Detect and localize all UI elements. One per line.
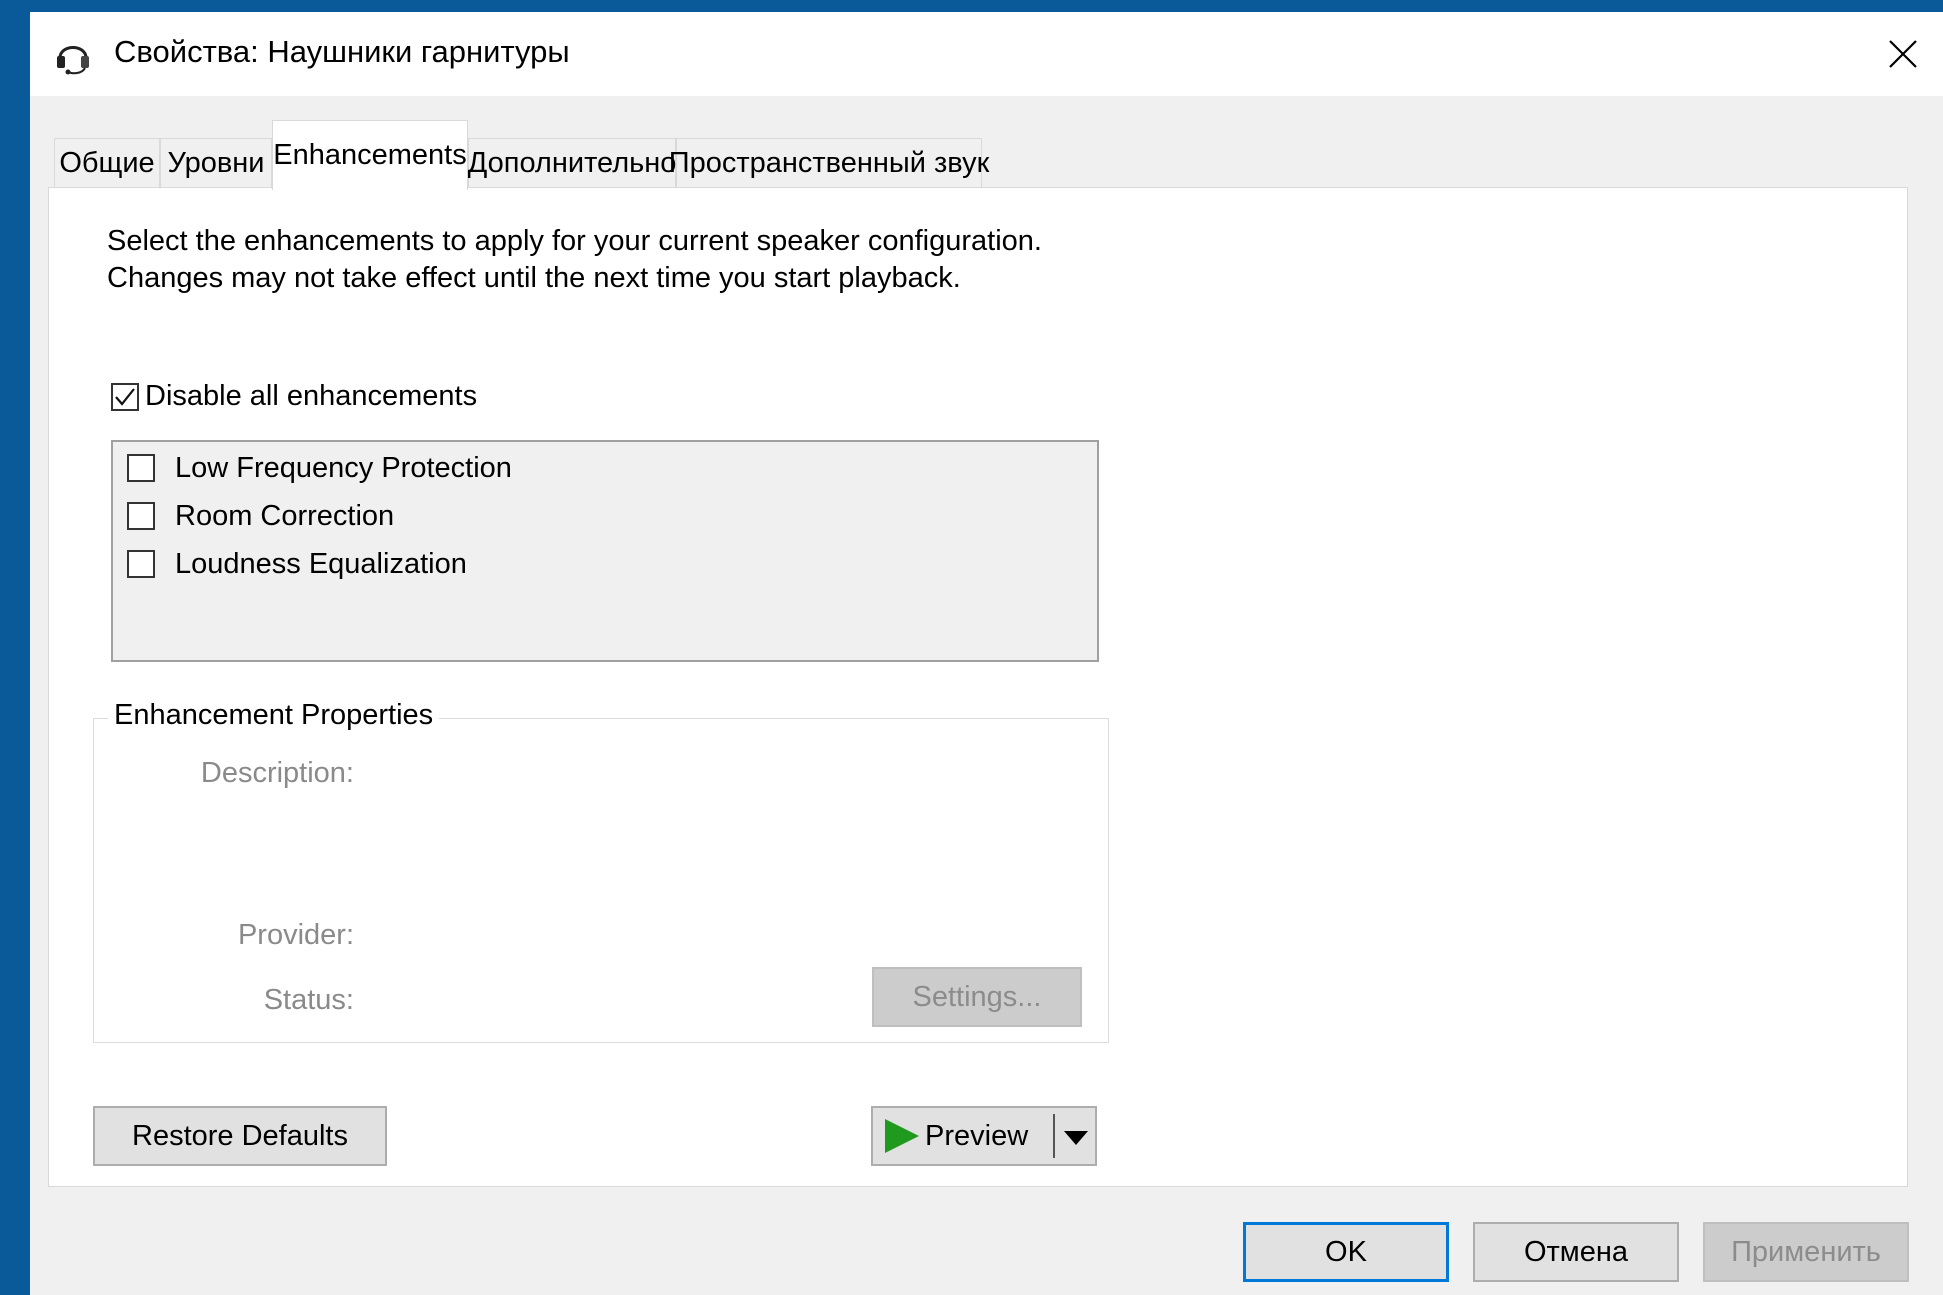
window-title: Свойства: Наушники гарнитуры	[114, 34, 570, 69]
settings-button[interactable]: Settings...	[872, 967, 1082, 1027]
preview-split-button[interactable]: Preview	[871, 1106, 1097, 1166]
loudness-equalization-checkbox[interactable]	[127, 550, 155, 578]
list-item[interactable]: Loudness Equalization	[175, 548, 467, 581]
tab-enhancements[interactable]: Enhancements	[272, 120, 468, 190]
play-icon	[885, 1119, 919, 1153]
list-item[interactable]: Room Correction	[175, 500, 394, 533]
apply-button[interactable]: Применить	[1703, 1222, 1909, 1282]
enhancements-list[interactable]: Low Frequency Protection Room Correction…	[111, 440, 1099, 662]
ok-button[interactable]: OK	[1243, 1222, 1449, 1282]
status-label: Status:	[263, 984, 354, 1016]
provider-label: Provider:	[237, 919, 354, 951]
disable-all-label[interactable]: Disable all enhancements	[145, 380, 477, 413]
enhancements-panel: Select the enhancements to apply for you…	[48, 187, 1908, 1187]
tab-advanced[interactable]: Дополнительно	[468, 138, 676, 188]
restore-defaults-button[interactable]: Restore Defaults	[93, 1106, 387, 1166]
title-bar[interactable]: Свойства: Наушники гарнитуры	[30, 12, 1943, 96]
headset-icon	[57, 46, 89, 75]
group-title: Enhancement Properties	[108, 699, 440, 732]
low-frequency-protection-checkbox[interactable]	[127, 454, 155, 482]
preview-label: Preview	[925, 1119, 1029, 1152]
cancel-button[interactable]: Отмена	[1473, 1222, 1679, 1282]
properties-dialog: Свойства: Наушники гарнитуры Общие Уровн…	[30, 12, 1943, 1295]
description-label: Description:	[200, 757, 354, 789]
disable-all-checkbox[interactable]	[111, 383, 139, 411]
list-item[interactable]: Low Frequency Protection	[175, 452, 512, 485]
enhancements-description: Select the enhancements to apply for you…	[107, 225, 1042, 294]
tab-general[interactable]: Общие	[54, 138, 160, 188]
close-button[interactable]	[1863, 12, 1943, 96]
checkmark-icon	[115, 388, 135, 406]
chevron-down-icon[interactable]	[1063, 1130, 1089, 1146]
room-correction-checkbox[interactable]	[127, 502, 155, 530]
close-icon	[1889, 40, 1917, 68]
enhancement-properties-group: Enhancement Properties Description: Prov…	[93, 699, 1109, 1043]
tab-spatial-sound[interactable]: Пространственный звук	[669, 138, 989, 188]
split-divider	[1053, 1114, 1055, 1158]
tab-levels[interactable]: Уровни	[160, 138, 272, 188]
